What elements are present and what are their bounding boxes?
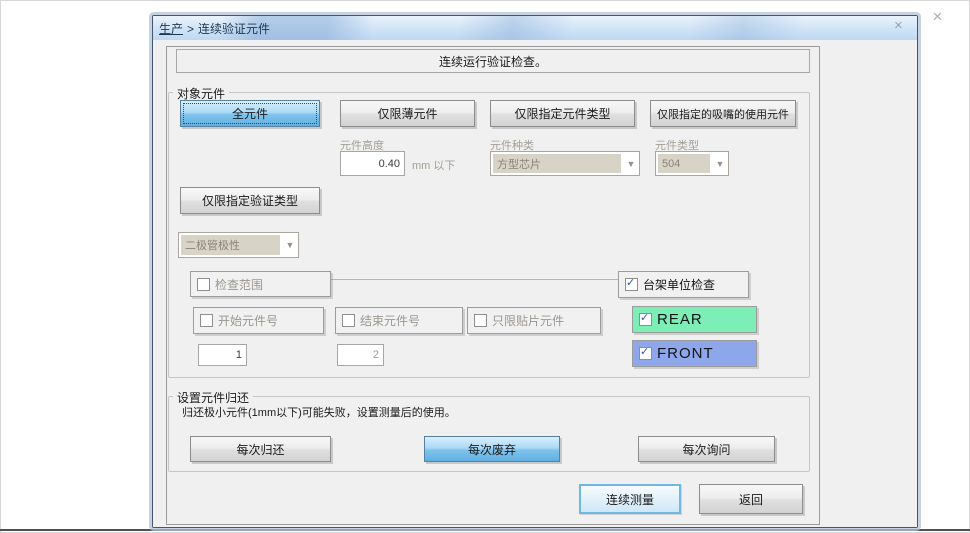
- thin-only-button[interactable]: 仅限薄元件: [340, 100, 475, 127]
- checkbox-unchecked[interactable]: [200, 314, 213, 327]
- discard-each-time-button[interactable]: 每次废弃: [424, 436, 560, 462]
- specified-type-only-button[interactable]: 仅限指定元件类型: [490, 100, 635, 127]
- window-title: 连续验证元件: [198, 21, 271, 36]
- height-unit-label: mm 以下: [412, 160, 456, 172]
- checkmark-icon: ✓: [640, 346, 651, 358]
- return-each-time-button[interactable]: 每次归还: [190, 436, 331, 462]
- chevron-down-icon: ▼: [626, 158, 636, 169]
- check-range-checkbox[interactable]: 检查范围: [190, 271, 331, 297]
- start-component-no-checkbox[interactable]: 开始元件号: [193, 307, 324, 334]
- chevron-down-icon: ▼: [285, 240, 295, 250]
- window-titlebar: 生产 > 连续验证元件 ✕: [153, 16, 917, 41]
- bottom-divider: [0, 529, 970, 531]
- chevron-down-icon: ▼: [715, 158, 725, 169]
- component-height-input[interactable]: [340, 151, 405, 176]
- end-component-no-input[interactable]: [337, 344, 384, 366]
- start-component-no-input[interactable]: [198, 344, 247, 366]
- diode-polarity-dropdown[interactable]: 二极管极性 ▼: [178, 232, 299, 258]
- rear-stage-checkbox[interactable]: ✓ REAR: [632, 306, 757, 333]
- component-type-dropdown[interactable]: 504 ▼: [655, 151, 729, 176]
- checkmark-icon: ✓: [626, 277, 636, 289]
- all-components-button[interactable]: 全元件: [180, 100, 320, 127]
- checkbox-unchecked[interactable]: [342, 314, 355, 327]
- specified-nozzle-only-button[interactable]: 仅限指定的吸嘴的使用元件: [650, 100, 796, 127]
- checkbox-checked[interactable]: ✓: [639, 346, 652, 360]
- component-kind-dropdown[interactable]: 方型芯片 ▼: [490, 151, 640, 176]
- back-button[interactable]: 返回: [699, 484, 803, 514]
- breadcrumb-separator: >: [187, 21, 195, 36]
- range-connector-line: [331, 279, 618, 280]
- breadcrumb: 生产 > 连续验证元件: [153, 20, 270, 37]
- chip-only-checkbox[interactable]: 只限贴片元件: [467, 307, 601, 334]
- end-component-no-checkbox[interactable]: 结束元件号: [335, 307, 463, 334]
- checkmark-icon: ✓: [640, 312, 651, 324]
- return-note-text: 归还极小元件(1mm以下)可能失败，设置测量后的使用。: [182, 407, 456, 419]
- dialog-window: 生产 > 连续验证元件 ✕ 连续运行验证检查。 对象元件 全元件 仅限薄元件 仅限指…: [152, 15, 918, 528]
- specified-verify-type-button[interactable]: 仅限指定验证类型: [180, 187, 320, 214]
- outer-close-icon[interactable]: ✕: [932, 9, 943, 25]
- header-message: 连续运行验证检查。: [176, 49, 810, 73]
- front-stage-checkbox[interactable]: ✓ FRONT: [632, 340, 757, 367]
- checkbox-unchecked[interactable]: [197, 277, 210, 291]
- checkbox-checked[interactable]: ✓: [625, 277, 638, 291]
- close-icon[interactable]: ✕: [894, 19, 903, 32]
- continuous-measure-button[interactable]: 连续测量: [579, 484, 681, 514]
- stage-unit-check-checkbox[interactable]: ✓ 台架单位检查: [618, 271, 749, 298]
- breadcrumb-root[interactable]: 生产: [159, 22, 183, 36]
- ask-each-time-button[interactable]: 每次询问: [638, 436, 775, 462]
- checkbox-checked[interactable]: ✓: [639, 312, 652, 326]
- checkbox-unchecked[interactable]: [474, 314, 487, 327]
